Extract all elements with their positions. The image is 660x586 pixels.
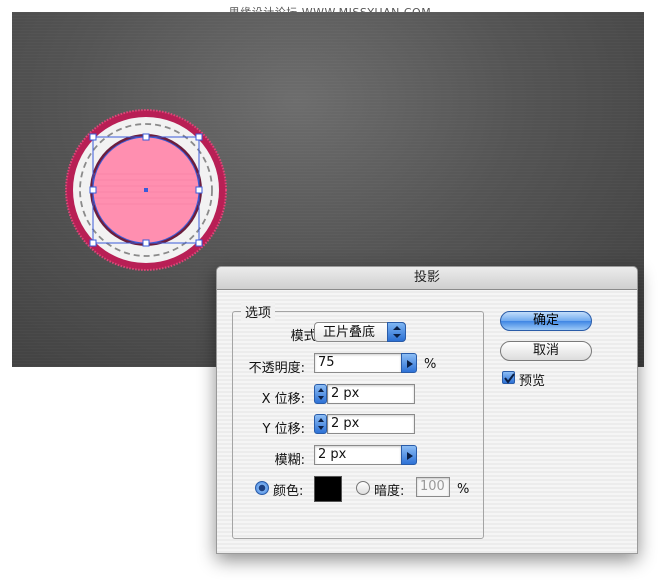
drop-shadow-dialog: 投影 选项 模式: 正片叠底 不透明度: 75 % X 位移: 2 px Y 位… — [216, 266, 638, 554]
preview-label: 预览 — [519, 374, 546, 389]
opacity-unit: % — [424, 357, 437, 372]
dialog-title[interactable]: 投影 — [217, 267, 637, 290]
shadow-color-swatch[interactable] — [314, 476, 342, 502]
cancel-button[interactable]: 取消 — [500, 341, 592, 361]
up-down-arrows-icon — [318, 388, 324, 400]
darkness-label: 暗度: — [374, 484, 405, 499]
darkness-unit: % — [457, 482, 470, 497]
y-offset-stepper[interactable] — [314, 414, 327, 434]
blur-slider-button[interactable] — [401, 445, 417, 465]
color-radio[interactable] — [255, 481, 269, 495]
x-offset-stepper[interactable] — [314, 384, 327, 404]
triangle-right-icon — [407, 360, 413, 368]
blur-label: 模糊: — [274, 453, 305, 468]
y-offset-input[interactable]: 2 px — [327, 414, 415, 434]
mode-select-arrows-icon — [387, 322, 406, 342]
opacity-input[interactable]: 75 — [314, 353, 402, 373]
mode-select-value: 正片叠底 — [323, 325, 376, 340]
opacity-slider-button[interactable] — [401, 353, 417, 373]
preview-checkbox[interactable] — [502, 371, 515, 384]
options-group-label: 选项 — [241, 302, 276, 321]
x-offset-input[interactable]: 2 px — [327, 384, 415, 404]
mode-select[interactable]: 正片叠底 — [314, 322, 406, 342]
mode-label: 模式: — [290, 329, 321, 344]
y-offset-label: Y 位移: — [262, 422, 305, 437]
checkmark-icon — [504, 373, 515, 384]
opacity-label: 不透明度: — [248, 361, 305, 376]
darkness-input[interactable]: 100 — [416, 477, 450, 497]
ok-button[interactable]: 确定 — [500, 311, 592, 331]
x-offset-label: X 位移: — [261, 392, 305, 407]
darkness-radio[interactable] — [356, 481, 370, 495]
triangle-right-icon — [407, 452, 413, 460]
blur-input[interactable]: 2 px — [314, 445, 402, 465]
up-down-arrows-icon — [318, 418, 324, 430]
pink-badge-artwork[interactable] — [64, 108, 228, 272]
color-label: 颜色: — [273, 484, 304, 499]
